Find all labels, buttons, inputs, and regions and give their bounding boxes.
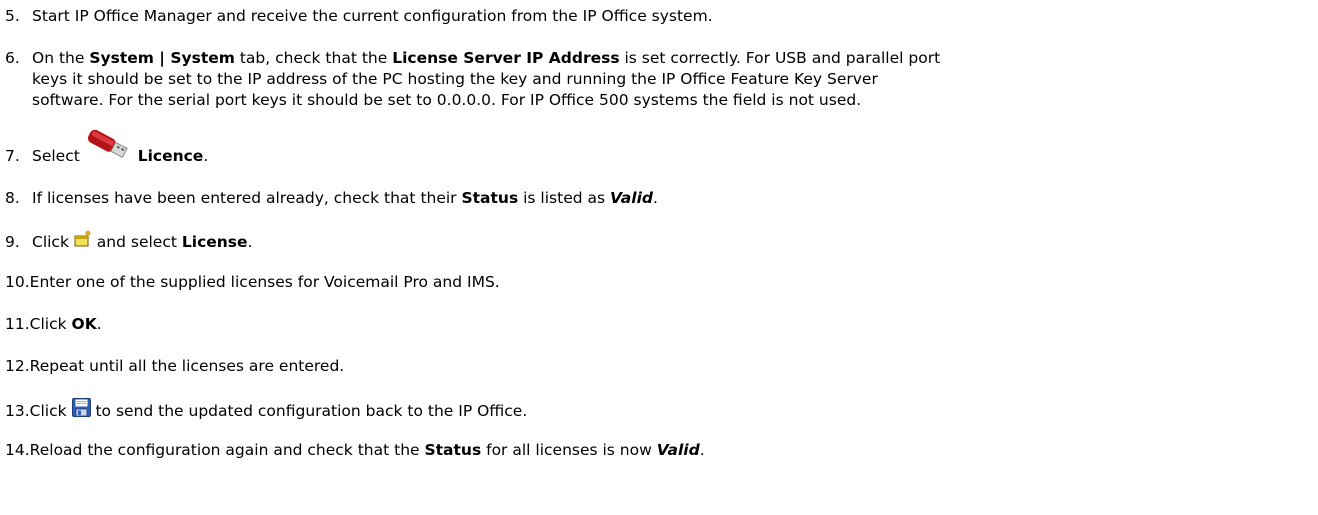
step-number: 11.	[5, 315, 30, 333]
step-text-line: keys it should be set to the IP address …	[32, 70, 878, 88]
step-number: 9.	[5, 233, 20, 251]
field-reference: License Server IP Address	[392, 49, 620, 67]
step-number: 14.	[5, 441, 30, 459]
step-7: 7. Select Licence.	[5, 129, 1308, 167]
step-13: 13.Click to send the updated configurati…	[5, 398, 1308, 422]
field-reference: Status	[461, 189, 519, 207]
field-reference: Status	[424, 441, 482, 459]
step-5: 5. Start IP Office Manager and receive th…	[5, 6, 1308, 27]
step-12: 12.Repeat until all the licenses are ent…	[5, 356, 1308, 377]
step-10: 10.Enter one of the supplied licenses fo…	[5, 272, 1308, 293]
value-reference: Valid	[610, 189, 653, 207]
step-6: 6. On the System | System tab, check that…	[5, 48, 1308, 111]
step-text-line: software. For the serial port keys it sh…	[32, 91, 862, 109]
new-item-icon	[74, 230, 92, 248]
step-number: 12.	[5, 357, 30, 375]
step-number: 10.	[5, 273, 30, 291]
step-number: 8.	[5, 189, 20, 207]
step-9: 9. Click and select License.	[5, 230, 1308, 253]
step-number: 5.	[5, 7, 20, 25]
ui-reference: Licence	[137, 147, 204, 165]
value-reference: Valid	[656, 441, 700, 459]
step-number: 7.	[5, 147, 20, 165]
step-14: 14.Reload the configuration again and ch…	[5, 441, 705, 459]
ui-reference: License	[181, 233, 248, 251]
step-number: 6.	[5, 49, 20, 67]
step-text: Enter one of the supplied licenses for V…	[29, 273, 500, 291]
step-text: Start IP Office Manager and receive the …	[32, 7, 713, 25]
ui-reference: OK	[71, 315, 97, 333]
ui-reference: System | System	[89, 49, 235, 67]
step-text: Repeat until all the licenses are entere…	[29, 357, 345, 375]
step-11: 11.Click OK.	[5, 315, 102, 333]
save-icon	[71, 398, 91, 417]
usb-key-icon	[85, 129, 133, 167]
step-number: 13.	[5, 402, 30, 420]
step-8: 8. If licenses have been entered already,…	[5, 189, 658, 207]
